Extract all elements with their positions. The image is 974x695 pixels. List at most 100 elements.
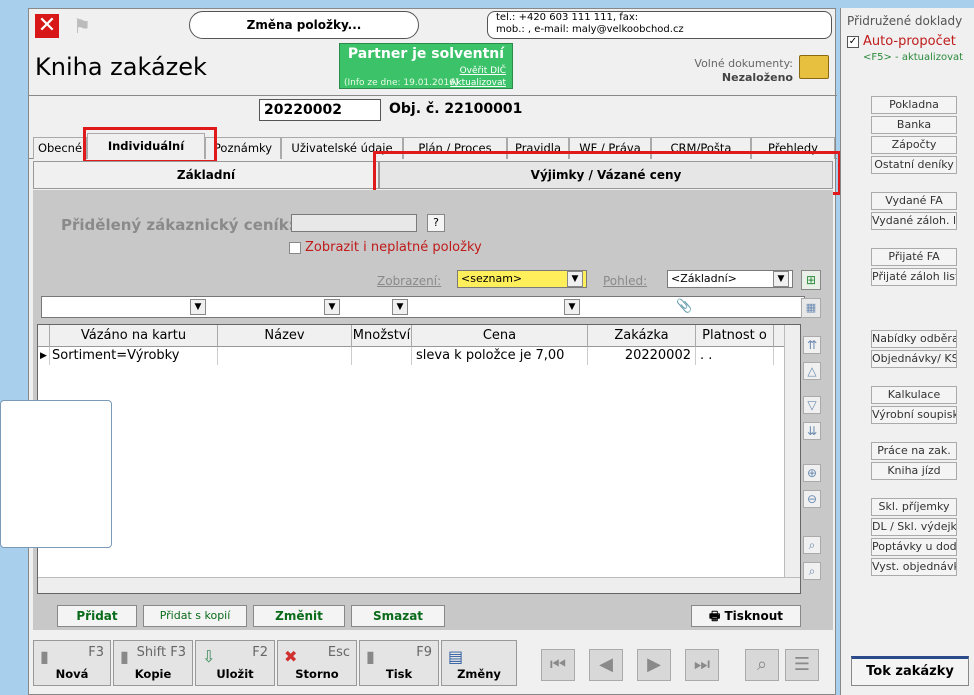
- side-title: Přidružené doklady: [847, 14, 963, 28]
- paperclip-icon[interactable]: 📎: [676, 299, 692, 314]
- tab-wf[interactable]: WF / Práva: [569, 137, 651, 159]
- side-item-other-journals[interactable]: Ostatní deníky: [871, 156, 957, 174]
- side-item-offsets[interactable]: Zápočty: [871, 136, 957, 154]
- zoom-out-icon[interactable]: ⊖: [803, 490, 821, 508]
- first-record-icon[interactable]: ⏮: [541, 649, 575, 681]
- column-header[interactable]: Platnost o: [696, 325, 774, 347]
- tab-crm[interactable]: CRM/Pošta: [651, 137, 751, 159]
- next-record-icon[interactable]: ▶: [637, 649, 671, 681]
- side-item-issued-orders[interactable]: Vyst. objednávky: [871, 558, 957, 576]
- changes-button[interactable]: ▤ Změny: [441, 640, 517, 686]
- tab-user-data[interactable]: Uživatelské údaje: [281, 137, 403, 159]
- divider: [29, 95, 837, 96]
- pricelist-lookup-button[interactable]: ?: [427, 214, 445, 232]
- prev-record-icon[interactable]: ◀: [589, 649, 623, 681]
- flag-icon[interactable]: ⚑: [73, 14, 97, 38]
- save-button[interactable]: ⇩ F2 Uložit: [195, 640, 275, 686]
- partner-status-box: Partner je solventní Ověřit DIČ (Info ze…: [339, 43, 513, 89]
- zoom-in-icon[interactable]: ⊕: [803, 464, 821, 482]
- chevron-down-icon[interactable]: ▼: [392, 299, 408, 315]
- vertical-scrollbar[interactable]: [784, 325, 800, 577]
- cancel-button[interactable]: ✖ Esc Storno: [277, 640, 357, 686]
- side-item-issued-invoices[interactable]: Vydané FA: [871, 192, 957, 210]
- add-button[interactable]: Přidat: [57, 605, 137, 627]
- horizontal-scrollbar[interactable]: [38, 577, 800, 593]
- side-panel: Přidružené doklady ✓ Auto-propočet <F5> …: [840, 8, 974, 695]
- column-header[interactable]: Cena: [412, 325, 588, 347]
- new-button[interactable]: ▮ F3 Nová: [33, 640, 111, 686]
- print-toolbar-button[interactable]: ▮ F9 Tisk: [359, 640, 439, 686]
- auto-calc-checkbox[interactable]: ✓: [847, 36, 859, 48]
- side-item-received-advances[interactable]: Přijaté záloh listy: [871, 268, 957, 286]
- shortcut: Esc: [327, 645, 350, 660]
- chevron-down-icon[interactable]: ▼: [567, 271, 583, 287]
- column-header[interactable]: Zakázka: [588, 325, 696, 347]
- show-invalid-checkbox[interactable]: [289, 242, 301, 254]
- shortcut: F9: [416, 645, 432, 660]
- close-icon[interactable]: ✕: [35, 14, 59, 38]
- tab-rules[interactable]: Pravidla: [507, 137, 569, 159]
- side-item-logbook[interactable]: Kniha jízd: [871, 462, 957, 480]
- verify-dic-link[interactable]: Ověřit DIČ: [460, 66, 506, 76]
- search-icon[interactable]: ⌕: [803, 536, 821, 554]
- tab-plan[interactable]: Plán / Proces: [403, 137, 507, 159]
- next-row-icon[interactable]: ▽: [803, 396, 821, 414]
- last-row-icon[interactable]: ⇊: [803, 422, 821, 440]
- side-item-bank[interactable]: Banka: [871, 116, 957, 134]
- new-doc-icon: ▮: [40, 647, 49, 666]
- export-icon[interactable]: ⊞: [801, 270, 821, 290]
- side-item-offers[interactable]: Nabídky odběrat.: [871, 330, 957, 348]
- side-item-delivery-notes[interactable]: DL / Skl. výdejky: [871, 518, 957, 536]
- side-item-orders[interactable]: Objednávky/ KS: [871, 350, 957, 368]
- folder-icon[interactable]: [799, 55, 829, 79]
- first-row-icon[interactable]: ⇈: [803, 336, 821, 354]
- last-record-icon[interactable]: ⏭: [685, 649, 719, 681]
- side-item-work[interactable]: Práce na zak.: [871, 442, 957, 460]
- chevron-down-icon[interactable]: ▼: [190, 299, 206, 315]
- flow-button[interactable]: Tok zakázky: [851, 656, 969, 686]
- add-copy-button[interactable]: Přidat s kopií: [143, 605, 247, 627]
- chevron-down-icon[interactable]: ▼: [773, 271, 789, 287]
- side-item-received-invoices[interactable]: Přijaté FA: [871, 248, 957, 266]
- side-item-supplier-inquiries[interactable]: Poptávky u dod.: [871, 538, 957, 556]
- side-item-cashbook[interactable]: Pokladna: [871, 96, 957, 114]
- side-item-issued-advances[interactable]: Vydané záloh. listy: [871, 212, 957, 230]
- tab-general[interactable]: Obecné: [33, 137, 87, 159]
- update-link[interactable]: Aktualizovat: [450, 78, 506, 88]
- chevron-down-icon[interactable]: ▼: [324, 299, 340, 315]
- subtab-exceptions[interactable]: Výjimky / Vázané ceny: [379, 161, 833, 189]
- toolbar-label: Uložit: [216, 667, 254, 681]
- change-button[interactable]: Změnit: [253, 605, 345, 627]
- column-header[interactable]: Množství: [352, 325, 412, 347]
- side-item-calculation[interactable]: Kalkulace: [871, 386, 957, 404]
- subtab-basic[interactable]: Základní: [33, 161, 379, 189]
- search-icon[interactable]: ⌕: [745, 649, 779, 681]
- shortcut: F3: [88, 645, 104, 660]
- prev-row-icon[interactable]: △: [803, 362, 821, 380]
- main-window: ✕ ⚑ Kniha zakázek Změna položky... tel.:…: [28, 8, 841, 695]
- column-header[interactable]: Vázáno na kartu: [50, 325, 218, 347]
- filter-icon[interactable]: ▦: [801, 298, 821, 318]
- obj-number: Obj. č. 22100001: [389, 101, 523, 117]
- side-item-receipts[interactable]: Skl. příjemky: [871, 498, 957, 516]
- tab-individual[interactable]: Individuální: [87, 133, 205, 159]
- copy-button[interactable]: ▮ Shift F3 Kopie: [113, 640, 193, 686]
- pricelist-input[interactable]: [291, 214, 417, 232]
- toolbar-label: Změny: [457, 667, 501, 681]
- search-next-icon[interactable]: ⌕: [803, 562, 821, 580]
- delete-button[interactable]: Smazat: [351, 605, 445, 627]
- column-header[interactable]: Název: [218, 325, 352, 347]
- save-icon: ⇩: [202, 647, 216, 666]
- pricelist-label: Přidělený zákaznický ceník:: [61, 216, 295, 234]
- print-label: Tisknout: [724, 609, 784, 623]
- order-number[interactable]: 20220002: [259, 99, 381, 121]
- chevron-down-icon[interactable]: ▼: [564, 299, 580, 315]
- side-item-production[interactable]: Výrobní soupisky: [871, 406, 957, 424]
- tab-overviews[interactable]: Přehledy: [751, 137, 835, 159]
- print-button[interactable]: 🖶 Tisknout: [691, 605, 801, 627]
- tab-notes[interactable]: Poznámky: [205, 137, 281, 159]
- auto-calc-label: Auto-propočet: [863, 34, 956, 49]
- list-icon[interactable]: ☰: [785, 649, 819, 681]
- view-label: Pohled:: [603, 274, 648, 288]
- shortcut: Shift F3: [136, 645, 186, 660]
